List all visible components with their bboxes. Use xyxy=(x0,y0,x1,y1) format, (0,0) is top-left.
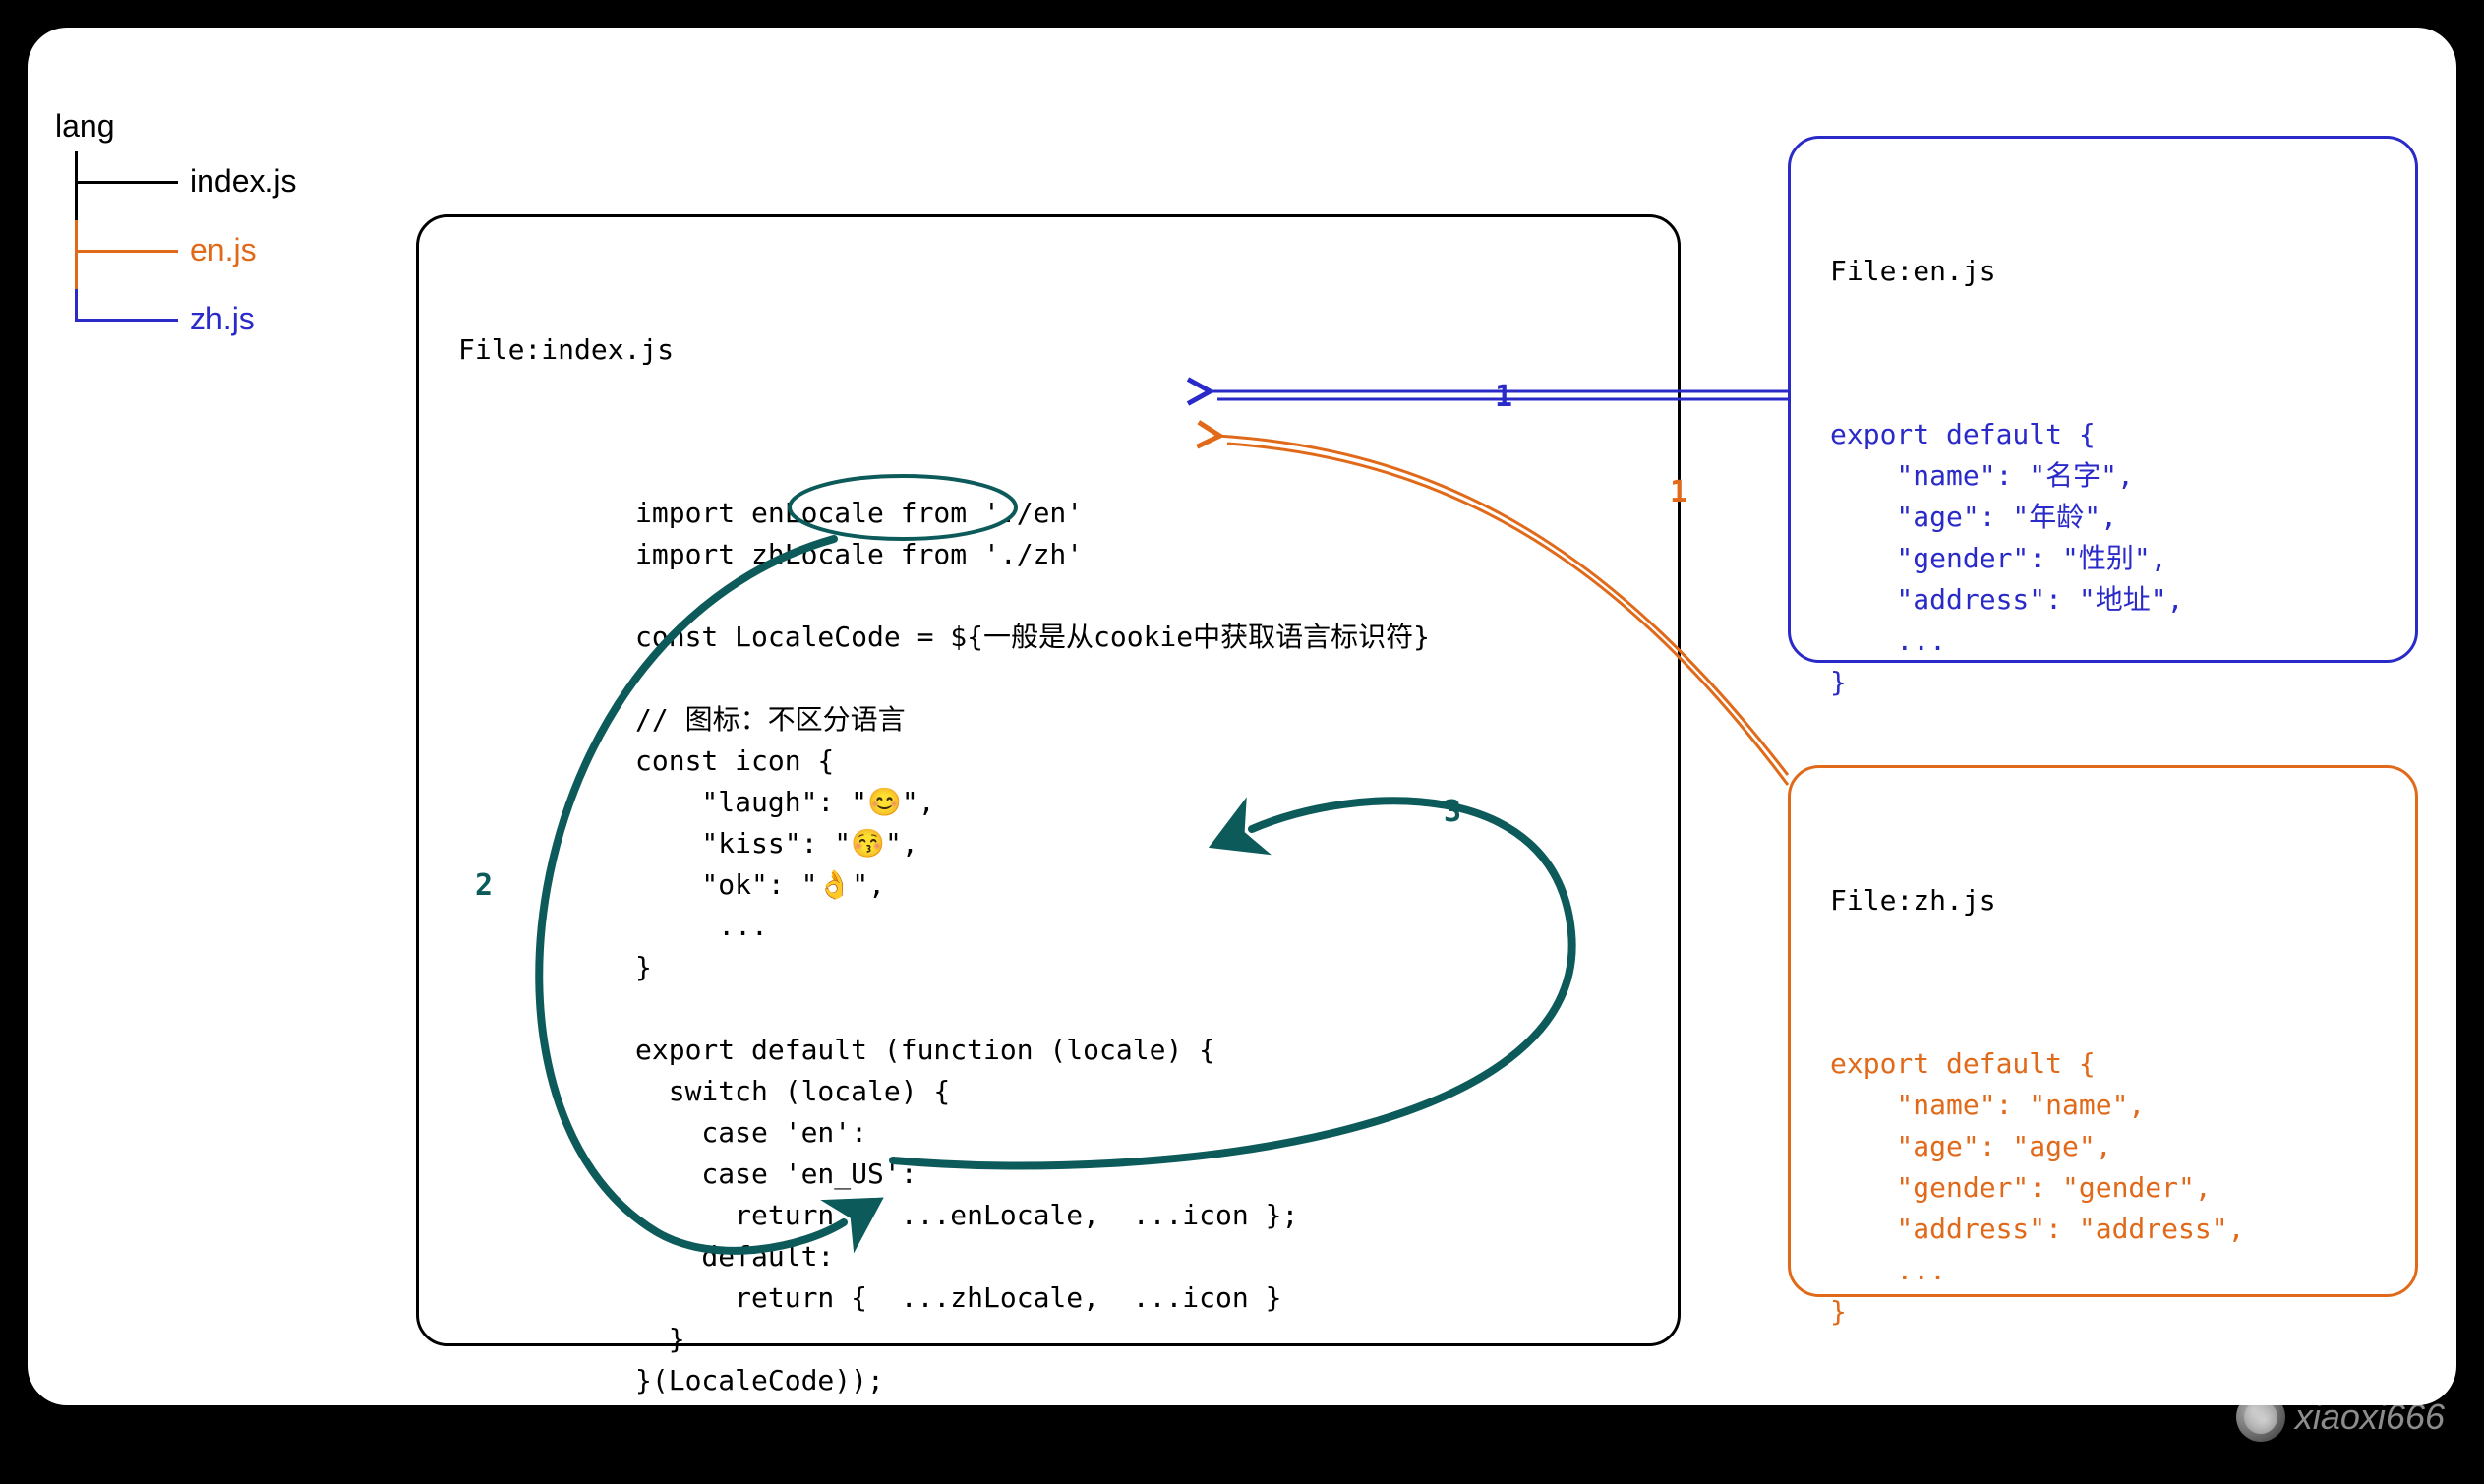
tree-item-label: zh.js xyxy=(190,299,255,340)
tree-connector-icon xyxy=(55,181,178,183)
page: lang index.js en.js zh.js File:index.js … xyxy=(0,0,2484,1450)
tree-item-label: en.js xyxy=(190,230,257,271)
tree-connector-icon xyxy=(55,250,178,252)
code-content: import enLocale from './en' import zhLoc… xyxy=(458,463,1638,1401)
code-box-title: File:index.js xyxy=(458,329,1638,371)
tree-item-index: index.js xyxy=(55,148,297,216)
code-box-zh: File:zh.js export default { "name": "nam… xyxy=(1788,765,2418,1297)
annotation-label-flow-down: 2 xyxy=(475,868,493,903)
code-box-title: File:zh.js xyxy=(1830,880,2376,921)
code-box-index: File:index.js import enLocale from './en… xyxy=(416,214,1681,1346)
file-tree: lang index.js en.js zh.js xyxy=(55,106,297,354)
tree-item-en: en.js xyxy=(55,216,297,285)
tree-item-zh: zh.js xyxy=(55,285,297,354)
code-content: export default { "name": "name", "age": … xyxy=(1830,1014,2376,1333)
watermark-text: xiaoxi666 xyxy=(2295,1396,2445,1438)
tree-connector-icon xyxy=(55,319,178,321)
annotation-label-flow-return: 3 xyxy=(1444,795,1461,829)
code-box-en: File:en.js export default { "name": "名字"… xyxy=(1788,136,2418,663)
tree-root: lang xyxy=(55,106,297,148)
code-content: export default { "name": "名字", "age": "年… xyxy=(1830,385,2376,703)
annotation-label-zh: 1 xyxy=(1670,475,1687,509)
watermark: xiaoxi666 xyxy=(2236,1393,2445,1442)
diagram-board: lang index.js en.js zh.js File:index.js … xyxy=(28,28,2456,1405)
watermark-icon xyxy=(2236,1393,2285,1442)
annotation-label-en: 1 xyxy=(1495,380,1512,414)
tree-item-label: index.js xyxy=(190,161,297,203)
code-box-title: File:en.js xyxy=(1830,251,2376,292)
